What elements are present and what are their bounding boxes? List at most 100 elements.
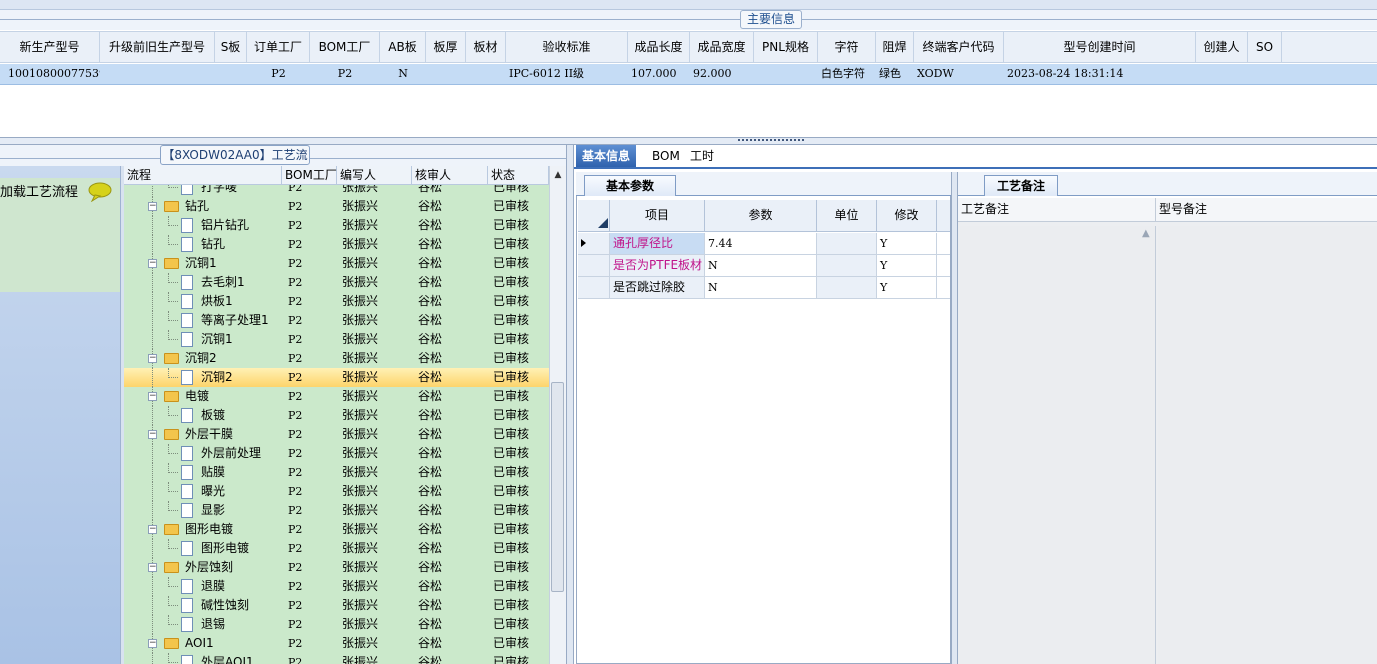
tree-scroll-thumb[interactable]	[551, 382, 564, 592]
tree-row[interactable]: 去毛刺1 P2 张振兴 谷松 已审核	[124, 273, 549, 292]
tree-row-reviewer: 谷松	[418, 313, 443, 327]
tree-row-factory: P2	[288, 219, 303, 232]
grid-column-header[interactable]: 成品长度	[628, 32, 690, 62]
collapse-toggle-icon[interactable]: −	[148, 354, 157, 363]
grid-column-header[interactable]: BOM工厂	[310, 32, 380, 62]
tree-column-header[interactable]: 状态	[488, 166, 549, 184]
right-splitter[interactable]	[951, 172, 958, 664]
collapse-toggle-icon[interactable]: −	[148, 639, 157, 648]
scroll-up-arrow-icon[interactable]: ▲	[549, 166, 566, 185]
tree-row-name: 外层前处理	[201, 446, 262, 460]
middle-splitter[interactable]	[566, 145, 574, 664]
tree-row[interactable]: − AOI1 P2 张振兴 谷松 已审核	[124, 634, 549, 653]
tree-row[interactable]: 贴膜 P2 张振兴 谷松 已审核	[124, 463, 549, 482]
tree-row[interactable]: − 外层蚀刻 P2 张振兴 谷松 已审核	[124, 558, 549, 577]
params-column-header[interactable]: 单位	[817, 200, 877, 231]
tree-row[interactable]: 外层前处理 P2 张振兴 谷松 已审核	[124, 444, 549, 463]
params-value[interactable]: N	[705, 255, 817, 276]
tree-row[interactable]: 外层AOI1 P2 张振兴 谷松 已审核	[124, 653, 549, 664]
tree-row[interactable]: − 沉铜2 P2 张振兴 谷松 已审核	[124, 349, 549, 368]
tree-row[interactable]: 烘板1 P2 张振兴 谷松 已审核	[124, 292, 549, 311]
grid-column-header[interactable]: 验收标准	[506, 32, 628, 62]
speech-bubble-icon[interactable]	[88, 182, 112, 202]
tree-column-header[interactable]: 核审人	[412, 166, 488, 184]
params-value[interactable]: N	[705, 277, 817, 298]
tree-row-reviewer: 谷松	[418, 351, 443, 365]
grid-column-header[interactable]: 成品宽度	[690, 32, 754, 62]
tree-row[interactable]: 碱性蚀刻 P2 张振兴 谷松 已审核	[124, 596, 549, 615]
grid-column-header[interactable]: 板厚	[426, 32, 466, 62]
tree-row[interactable]: 铝片钻孔 P2 张振兴 谷松 已审核	[124, 216, 549, 235]
tree-row[interactable]: − 沉铜1 P2 张振兴 谷松 已审核	[124, 254, 549, 273]
scroll-up-arrow-icon[interactable]: ▲	[1142, 228, 1150, 239]
tab-basic-info[interactable]: 基本信息	[576, 145, 637, 167]
collapse-toggle-icon[interactable]: −	[148, 525, 157, 534]
params-row[interactable]: 是否为PTFE板材 N Y	[578, 255, 950, 277]
model-notes-textarea[interactable]	[1158, 226, 1377, 664]
grid-column-header[interactable]: S板	[215, 32, 247, 62]
tree-row[interactable]: 曝光 P2 张振兴 谷松 已审核	[124, 482, 549, 501]
collapse-toggle-icon[interactable]: −	[148, 202, 157, 211]
main-info-title[interactable]: 主要信息	[740, 10, 802, 29]
grid-column-header[interactable]: 字符	[818, 32, 876, 62]
params-column-header[interactable]: 项目	[610, 200, 705, 231]
tree-row[interactable]: − 钻孔 P2 张振兴 谷松 已审核	[124, 197, 549, 216]
tree-column-header[interactable]: 编写人	[337, 166, 412, 184]
grid-column-header[interactable]: 终端客户代码	[914, 32, 1004, 62]
tab-work-hours[interactable]: 工时	[684, 145, 720, 167]
load-process-label[interactable]: 加载工艺流程	[0, 181, 78, 200]
tab-process-notes[interactable]: 工艺备注	[984, 175, 1058, 196]
tree-row[interactable]: − 电镀 P2 张振兴 谷松 已审核	[124, 387, 549, 406]
tree-column-header[interactable]: BOM工厂	[282, 166, 337, 184]
grid-column-header[interactable]: PNL规格	[754, 32, 818, 62]
tree-row[interactable]: 钻孔 P2 张振兴 谷松 已审核	[124, 235, 549, 254]
notes-column-header[interactable]: 工艺备注	[958, 198, 1156, 221]
collapse-toggle-icon[interactable]: −	[148, 430, 157, 439]
params-modify[interactable]: Y	[877, 277, 937, 298]
document-icon	[181, 465, 193, 480]
grid-column-header[interactable]: 新生产型号	[0, 32, 100, 62]
grid-column-header[interactable]: 型号创建时间	[1004, 32, 1196, 62]
grid-column-header[interactable]: 升级前旧生产型号	[100, 32, 215, 62]
grid-column-header[interactable]: 订单工厂	[247, 32, 310, 62]
params-modify[interactable]: Y	[877, 233, 937, 254]
tree-row[interactable]: 退膜 P2 张振兴 谷松 已审核	[124, 577, 549, 596]
main-grid-row[interactable]: 10010800077539 P2 P2 N IPC-6012 II级 107.000 92…	[0, 64, 1377, 85]
notes-column-header[interactable]: 型号备注	[1156, 198, 1377, 221]
grid-column-header[interactable]: 创建人	[1196, 32, 1248, 62]
params-modify[interactable]: Y	[877, 255, 937, 276]
tree-row[interactable]: 图形电镀 P2 张振兴 谷松 已审核	[124, 539, 549, 558]
grid-column-header[interactable]: 阻焊	[876, 32, 914, 62]
tree-row[interactable]: 显影 P2 张振兴 谷松 已审核	[124, 501, 549, 520]
tab-bom[interactable]: BOM	[646, 145, 686, 167]
horizontal-splitter[interactable]	[0, 137, 1377, 145]
tree-row[interactable]: − 外层干膜 P2 张振兴 谷松 已审核	[124, 425, 549, 444]
tree-row[interactable]: − 图形电镀 P2 张振兴 谷松 已审核	[124, 520, 549, 539]
tree-row-name: 钻孔	[185, 199, 210, 213]
collapse-toggle-icon[interactable]: −	[148, 259, 157, 268]
tree-connector-tick	[168, 548, 178, 549]
params-column-header[interactable]: 参数	[705, 200, 817, 231]
collapse-toggle-icon[interactable]: −	[148, 563, 157, 572]
splitter-grip-icon[interactable]	[738, 139, 804, 143]
tree-row[interactable]: 退锡 P2 张振兴 谷松 已审核	[124, 615, 549, 634]
tree-row[interactable]: 等离子处理1 P2 张振兴 谷松 已审核	[124, 311, 549, 330]
tree-row-selected[interactable]: 沉铜2 P2 张振兴 谷松 已审核	[124, 368, 549, 387]
tree-row[interactable]: 打字唛 P2 张振兴 谷松 已审核	[124, 185, 549, 197]
collapse-toggle-icon[interactable]: −	[148, 392, 157, 401]
tree-column-header[interactable]: 流程	[124, 166, 282, 184]
tree-row[interactable]: 沉铜1 P2 张振兴 谷松 已审核	[124, 330, 549, 349]
params-column-header[interactable]: 修改	[877, 200, 937, 231]
params-row[interactable]: 是否跳过除胶 N Y	[578, 277, 950, 299]
tab-basic-params[interactable]: 基本参数	[584, 175, 676, 196]
grid-column-header[interactable]: SO	[1248, 32, 1282, 62]
process-notes-textarea[interactable]	[960, 226, 1156, 664]
grid-column-header[interactable]: AB板	[380, 32, 426, 62]
tree-row[interactable]: 板镀 P2 张振兴 谷松 已审核	[124, 406, 549, 425]
grid-column-header[interactable]: 板材	[466, 32, 506, 62]
tree-row-factory: P2	[288, 656, 303, 664]
folder-icon	[164, 524, 179, 535]
params-value[interactable]: 7.44	[705, 233, 817, 254]
tree-connector-line	[152, 482, 153, 501]
params-row[interactable]: 通孔厚径比 7.44 Y	[578, 233, 950, 255]
